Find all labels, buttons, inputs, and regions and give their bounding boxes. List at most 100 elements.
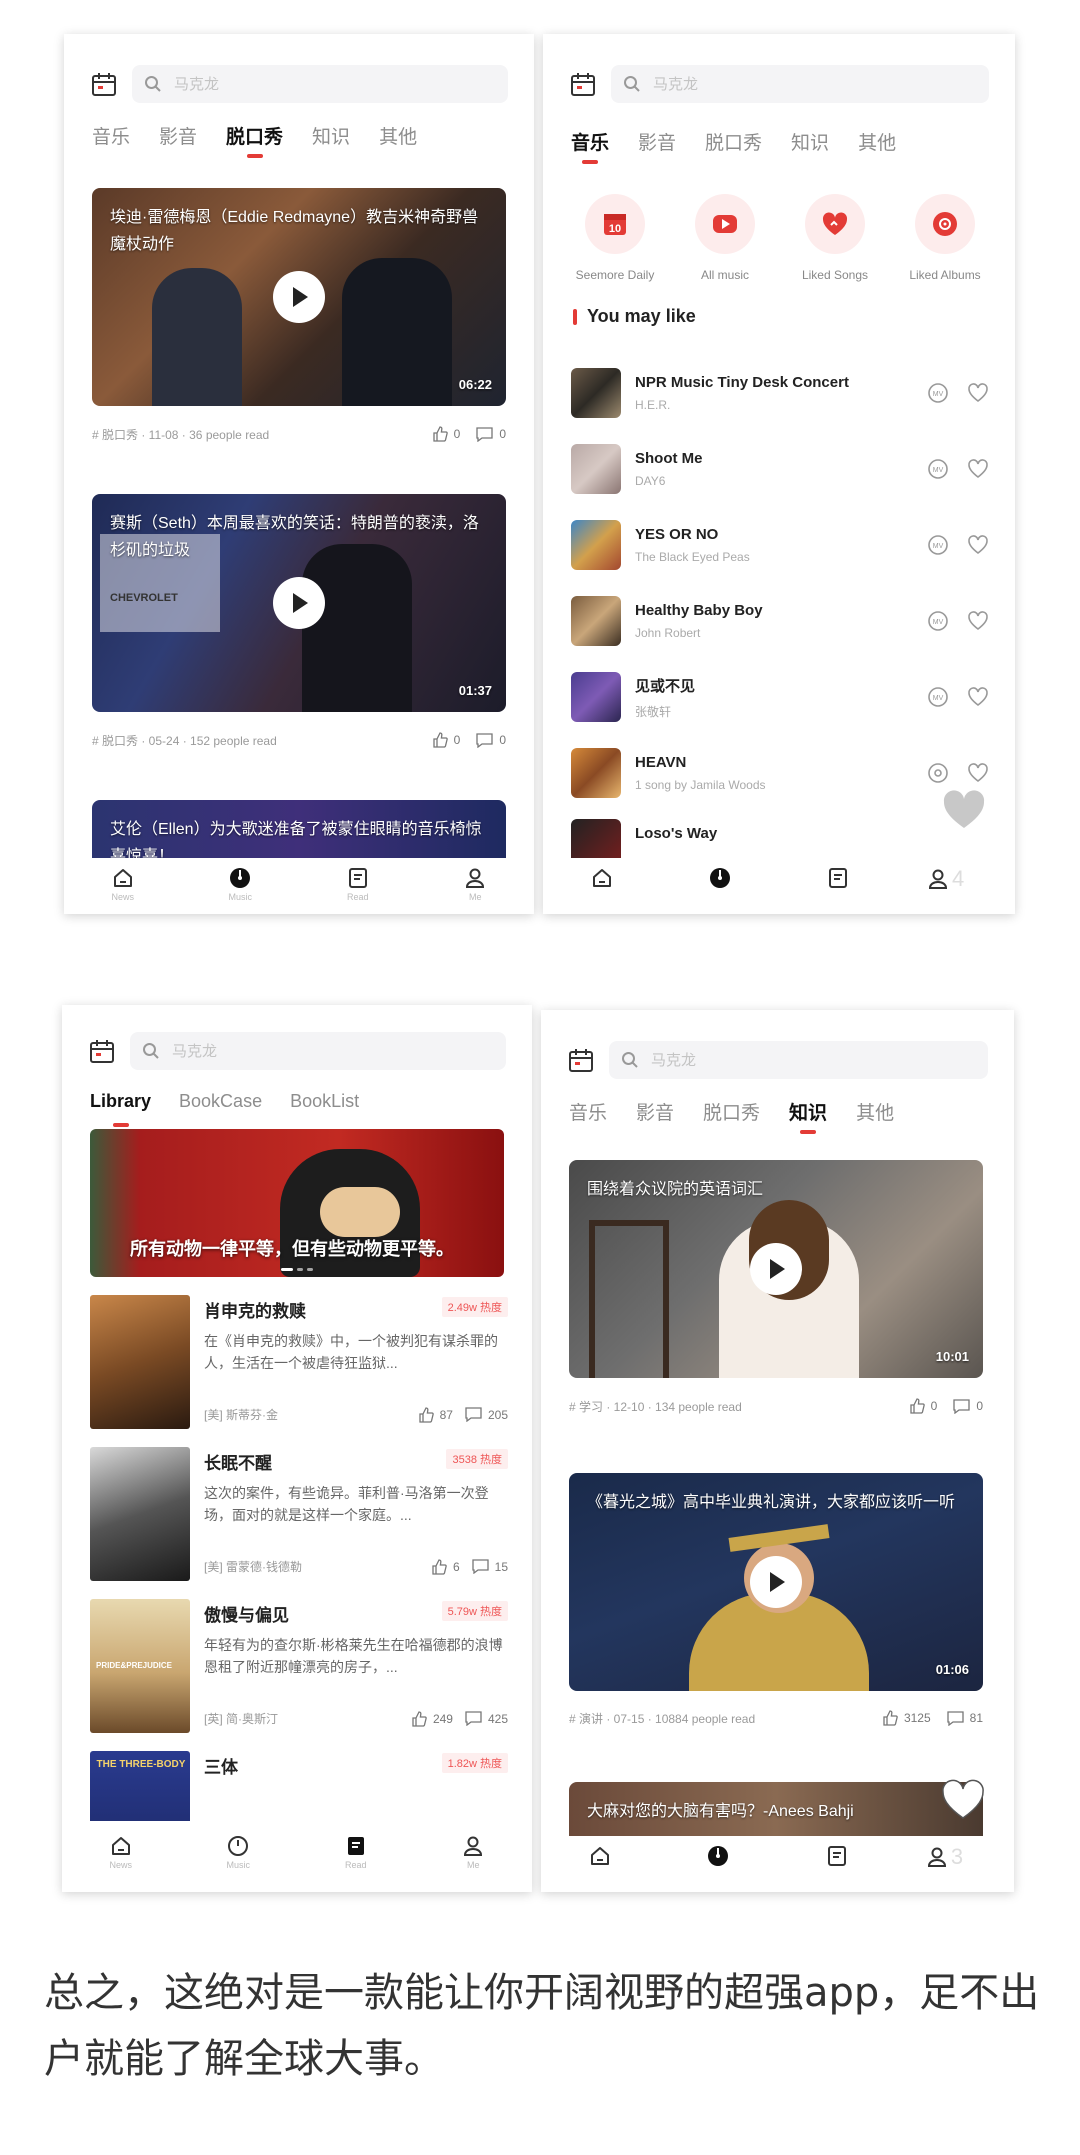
tab-video[interactable]: 影音 — [638, 128, 676, 162]
video-card[interactable]: 埃迪·雷德梅恩（Eddie Redmayne）教吉米神奇野兽魔杖动作 06:22 — [92, 188, 506, 406]
like-button[interactable]: 0 — [432, 732, 460, 748]
song-row[interactable]: Shoot Me DAY6 MV — [571, 439, 989, 499]
tab-other[interactable]: 其他 — [858, 128, 896, 162]
video-card[interactable]: 艾伦（Ellen）为大歌迷准备了被蒙住眼睛的音乐椅惊喜惊喜！ — [92, 800, 506, 858]
search-input[interactable] — [653, 75, 853, 93]
search-input[interactable] — [174, 75, 374, 93]
tab-library[interactable]: Library — [90, 1091, 151, 1125]
song-row[interactable]: YES OR NO The Black Eyed Peas MV — [571, 515, 989, 575]
tab-music[interactable]: 音乐 — [571, 128, 609, 162]
tab-knowledge[interactable]: 知识 — [791, 128, 829, 162]
like-button[interactable]: 87 — [418, 1406, 453, 1423]
heart-outline-icon[interactable] — [967, 458, 989, 480]
heart-outline-icon[interactable] — [967, 534, 989, 556]
book-item[interactable]: THE THREE-BODY 三体 1.82w 热度 — [90, 1751, 508, 1821]
search-input[interactable] — [651, 1051, 851, 1069]
play-button[interactable] — [750, 1243, 802, 1295]
nav-me[interactable]: 3 — [925, 1844, 985, 1870]
nav-news[interactable] — [570, 1844, 630, 1868]
nav-read[interactable]: Read — [328, 866, 388, 902]
book-item[interactable]: 长眠不醒 3538 热度 这次的案件，有些诡异。菲利普·马洛第一次登场，面对的就… — [90, 1447, 508, 1583]
tab-music[interactable]: 音乐 — [92, 122, 130, 156]
play-button[interactable] — [273, 271, 325, 323]
nav-music[interactable] — [690, 866, 750, 890]
like-button[interactable]: 0 — [909, 1398, 937, 1414]
calendar-icon[interactable] — [88, 1037, 116, 1065]
mv-icon[interactable]: MV — [927, 458, 949, 480]
nav-news[interactable]: News — [93, 866, 153, 902]
tab-other[interactable]: 其他 — [856, 1098, 894, 1132]
nav-me[interactable]: Me — [445, 866, 505, 902]
tab-talkshow[interactable]: 脱口秀 — [705, 128, 762, 162]
tab-talkshow[interactable]: 脱口秀 — [226, 122, 283, 156]
floating-heart-icon[interactable] — [941, 786, 987, 832]
search-box[interactable] — [609, 1041, 988, 1079]
book-item[interactable]: PRIDE&PREJUDICE 傲慢与偏见 5.79w 热度 年轻有为的查尔斯·… — [90, 1599, 508, 1735]
like-button[interactable]: 0 — [432, 426, 460, 442]
comment-button[interactable]: 81 — [946, 1710, 983, 1726]
tab-music[interactable]: 音乐 — [569, 1098, 607, 1132]
mv-icon[interactable]: MV — [927, 686, 949, 708]
book-item[interactable]: 肖申克的救赎 2.49w 热度 在《肖申克的救赎》中，一个被判犯有谋杀罪的人，生… — [90, 1295, 508, 1431]
tab-knowledge[interactable]: 知识 — [312, 122, 350, 156]
tab-video[interactable]: 影音 — [636, 1098, 674, 1132]
search-input[interactable] — [172, 1042, 372, 1060]
like-button[interactable]: 6 — [431, 1558, 460, 1575]
comment-button[interactable]: 0 — [953, 1398, 983, 1414]
nav-read[interactable]: Read — [326, 1834, 386, 1870]
heart-outline-icon[interactable] — [967, 762, 989, 784]
heart-outline-icon[interactable] — [967, 382, 989, 404]
tab-other[interactable]: 其他 — [379, 122, 417, 156]
category-liked-songs[interactable]: Liked Songs — [785, 194, 885, 282]
song-row[interactable]: NPR Music Tiny Desk Concert H.E.R. MV — [571, 363, 989, 423]
nav-news[interactable]: News — [91, 1834, 151, 1870]
comment-button[interactable]: 0 — [476, 732, 506, 748]
song-row[interactable]: 见或不见 张敬轩 MV — [571, 667, 989, 727]
calendar-icon[interactable] — [567, 1046, 595, 1074]
nav-me[interactable]: Me — [443, 1834, 503, 1870]
nav-me[interactable]: 4 — [926, 866, 986, 892]
mv-icon[interactable]: MV — [927, 382, 949, 404]
tab-knowledge[interactable]: 知识 — [789, 1098, 827, 1132]
calendar-icon[interactable] — [90, 70, 118, 98]
category-all-music[interactable]: All music — [675, 194, 775, 282]
comment-button[interactable]: 15 — [471, 1559, 508, 1574]
mv-icon[interactable]: MV — [927, 534, 949, 556]
mv-icon[interactable]: MV — [927, 610, 949, 632]
song-row[interactable]: Healthy Baby Boy John Robert MV — [571, 591, 989, 651]
play-button[interactable] — [273, 577, 325, 629]
nav-music[interactable]: Music — [208, 1834, 268, 1870]
comment-button[interactable]: 205 — [465, 1407, 508, 1422]
video-card[interactable]: 《暮光之城》高中毕业典礼演讲，大家都应该听一听 01:06 — [569, 1473, 983, 1691]
tab-booklist[interactable]: BookList — [290, 1091, 359, 1125]
like-button[interactable]: 3125 — [882, 1710, 931, 1726]
video-card[interactable]: 大麻对您的大脑有害吗？-Anees Bahji — [569, 1782, 983, 1836]
category-seemore-daily[interactable]: 10 Seemore Daily — [565, 194, 665, 282]
tab-video[interactable]: 影音 — [159, 122, 197, 156]
nav-read[interactable] — [808, 866, 868, 890]
tab-bookcase[interactable]: BookCase — [179, 1091, 262, 1125]
search-box[interactable] — [611, 65, 989, 103]
nav-music[interactable]: Music — [210, 866, 270, 902]
album-disc-icon[interactable] — [927, 762, 949, 784]
comment-button[interactable]: 0 — [476, 426, 506, 442]
nav-news[interactable] — [572, 866, 632, 890]
search-box[interactable] — [132, 65, 508, 103]
comment-button[interactable]: 425 — [465, 1711, 508, 1726]
nav-read[interactable] — [807, 1844, 867, 1868]
heart-outline-icon[interactable] — [967, 610, 989, 632]
video-card[interactable]: CHEVROLET 赛斯（Seth）本周最喜欢的笑话：特朗普的亵渎，洛杉矶的垃圾… — [92, 494, 506, 712]
like-button[interactable]: 249 — [411, 1710, 453, 1727]
banner-carousel[interactable]: 所有动物一律平等，但有些动物更平等。 — [90, 1129, 504, 1277]
tab-talkshow[interactable]: 脱口秀 — [703, 1098, 760, 1132]
search-box[interactable] — [130, 1032, 506, 1070]
floating-heart-icon[interactable] — [940, 1776, 986, 1822]
nav-music[interactable] — [688, 1844, 748, 1868]
heart-outline-icon[interactable] — [967, 686, 989, 708]
play-button[interactable] — [750, 1556, 802, 1608]
calendar-icon[interactable] — [569, 70, 597, 98]
category-liked-albums[interactable]: Liked Albums — [895, 194, 995, 282]
video-card[interactable]: 围绕着众议院的英语词汇 10:01 — [569, 1160, 983, 1378]
song-row[interactable]: HEAVN 1 song by Jamila Woods — [571, 743, 989, 803]
song-row[interactable]: Loso's Way — [571, 819, 989, 859]
